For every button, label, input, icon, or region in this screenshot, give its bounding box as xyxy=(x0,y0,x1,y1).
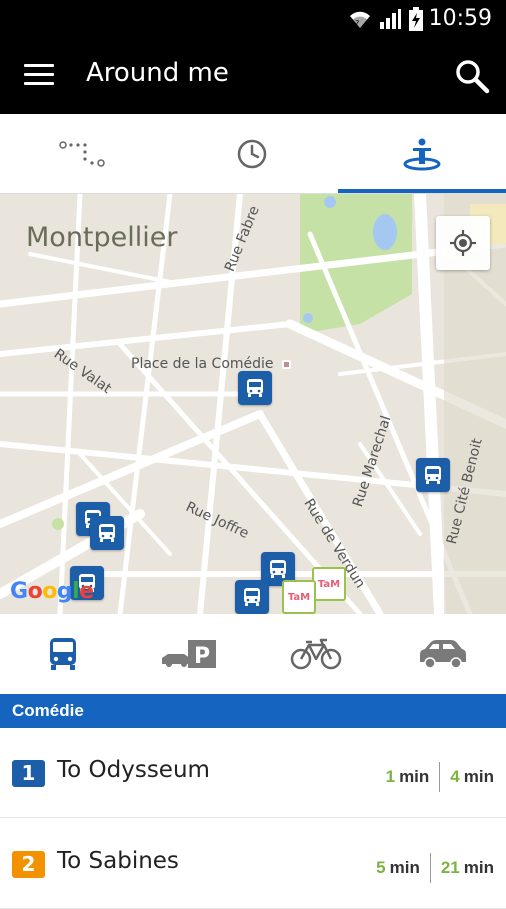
bicycle-icon xyxy=(290,638,342,670)
my-location-button[interactable] xyxy=(436,216,490,270)
place-marker xyxy=(282,360,291,369)
tram-stop-marker[interactable]: TaM xyxy=(312,567,346,601)
page-title: Around me xyxy=(86,58,229,88)
following-departure: 4 xyxy=(450,767,460,786)
svg-text:?: ? xyxy=(355,19,359,28)
bus-icon xyxy=(425,466,441,484)
following-departure: 21 xyxy=(440,858,460,877)
transport-mode-bar: P xyxy=(0,614,506,694)
bus-stop-marker[interactable] xyxy=(90,516,124,550)
bus-icon xyxy=(244,588,260,606)
mode-bike[interactable] xyxy=(253,614,379,694)
car-parking-icon: P xyxy=(162,640,216,669)
tab-itinerary[interactable] xyxy=(0,114,168,194)
stop-header: Comédie xyxy=(0,694,506,728)
google-logo: Google xyxy=(10,579,94,604)
route-icon xyxy=(59,141,105,167)
mode-park-and-ride[interactable]: P xyxy=(127,614,253,694)
active-tab-indicator xyxy=(338,189,506,193)
signal-icon xyxy=(380,9,401,29)
battery-charging-icon xyxy=(409,7,423,31)
status-icons: ? xyxy=(348,6,424,32)
wifi-icon: ? xyxy=(350,11,370,28)
app-bar: Around me xyxy=(0,38,506,114)
bus-stop-marker[interactable] xyxy=(416,458,450,492)
next-departure: 5 xyxy=(376,858,386,877)
bus-stop-marker[interactable] xyxy=(238,371,272,405)
mode-bus[interactable] xyxy=(0,614,126,694)
status-time: 10:59 xyxy=(428,6,492,31)
map-city-label: Montpellier xyxy=(26,222,178,253)
search-icon[interactable] xyxy=(454,58,490,94)
line-badge: 2 xyxy=(12,851,45,878)
time-unit: min xyxy=(399,767,430,786)
crosshair-icon xyxy=(450,230,476,256)
tab-schedules[interactable] xyxy=(168,114,336,194)
line-destination: To Sabines xyxy=(57,848,179,874)
tram-stop-marker[interactable]: TaM xyxy=(282,580,316,614)
line-row[interactable]: 2 To Sabines 5 min 21 min xyxy=(0,819,506,909)
map-view[interactable]: Montpellier Place de la Comédie Rue Fabr… xyxy=(0,194,506,614)
mode-car[interactable] xyxy=(380,614,506,694)
time-divider xyxy=(429,853,431,883)
departure-times: 5 min 21 min xyxy=(376,853,494,883)
clock-icon xyxy=(237,139,267,169)
time-unit: min xyxy=(463,767,494,786)
hamburger-menu-icon[interactable] xyxy=(24,64,54,88)
line-badge: 1 xyxy=(12,760,45,787)
tab-bar xyxy=(0,114,506,194)
time-unit: min xyxy=(389,858,420,877)
bus-stop-marker[interactable] xyxy=(235,580,269,614)
next-departure: 1 xyxy=(385,767,396,786)
svg-text:P: P xyxy=(194,644,210,669)
person-location-icon xyxy=(403,138,441,171)
departure-times: 1 min 4 min xyxy=(386,762,494,792)
bus-icon xyxy=(99,524,115,542)
map-place-label: Place de la Comédie xyxy=(131,356,274,372)
tab-around-me[interactable] xyxy=(338,114,506,194)
bus-icon xyxy=(270,560,286,578)
car-icon xyxy=(420,640,466,669)
line-row[interactable]: 1 To Odysseum 1 min 4 min xyxy=(0,728,506,818)
bus-icon xyxy=(50,638,76,670)
time-unit: min xyxy=(463,858,494,877)
bus-icon xyxy=(247,379,263,397)
status-bar: ? 10:59 xyxy=(0,0,506,38)
time-divider xyxy=(439,762,441,792)
line-destination: To Odysseum xyxy=(57,757,210,783)
